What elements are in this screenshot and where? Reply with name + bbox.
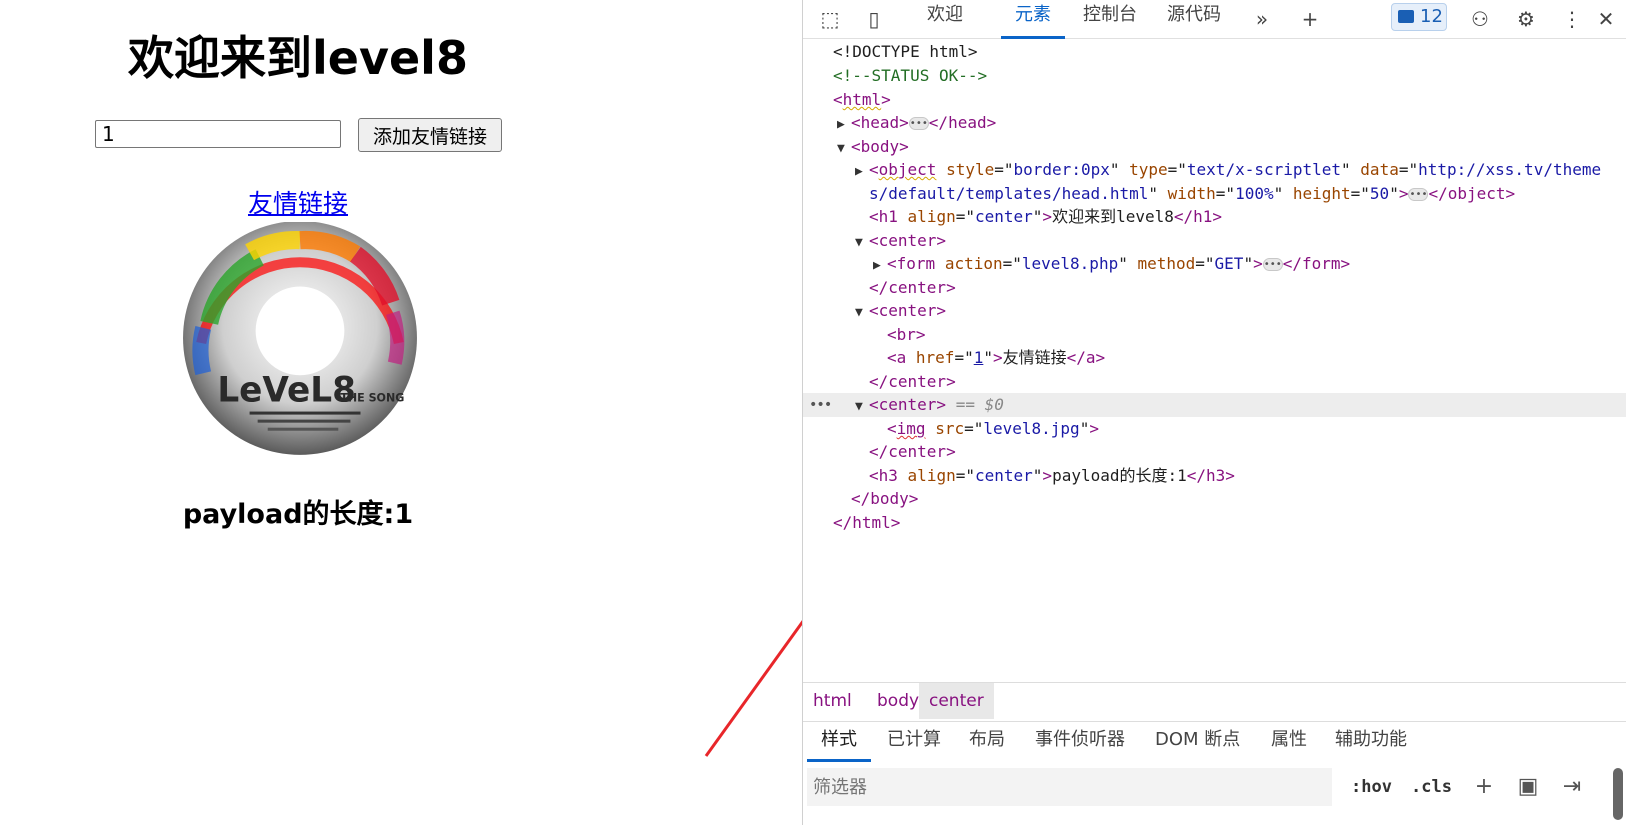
disc-logo-text: LeVeL8 (217, 370, 356, 410)
dom-br[interactable]: <br> (887, 323, 926, 347)
dom-head[interactable]: ▶ <head>•••</head> (837, 111, 996, 135)
h1-align-value: center (974, 207, 1033, 226)
level8-disc-image: LeVeL8 THE SONG (183, 222, 417, 455)
comment-text: <!--STATUS OK--> (833, 66, 988, 85)
subtab-dom-breakpoints[interactable]: DOM 断点 (1155, 721, 1240, 759)
form-action-value: level8.php (1021, 254, 1119, 273)
dom-html-close[interactable]: </html> (833, 511, 900, 535)
ellipsis-icon[interactable]: ••• (908, 117, 929, 130)
breadcrumb-center[interactable]: center (919, 683, 994, 719)
collapse-triangle-icon[interactable]: ▼ (855, 231, 869, 255)
a-text: 友情链接 (1002, 348, 1067, 367)
dom-comment[interactable]: <!--STATUS OK--> (833, 64, 987, 88)
subtab-styles[interactable]: 样式 (807, 721, 871, 762)
dom-center-2-close[interactable]: </center> (869, 370, 956, 394)
ellipsis-icon[interactable]: ••• (1262, 258, 1283, 271)
styles-filter-bar: :hov .cls + ▣ ⇥ (803, 762, 1626, 810)
customize-icon[interactable]: ⚇ (1467, 6, 1493, 32)
dom-html[interactable]: <html> (833, 88, 891, 112)
friend-link[interactable]: 友情链接 (0, 184, 596, 220)
add-tab-icon[interactable]: + (1297, 6, 1323, 32)
expand-triangle-icon[interactable]: ▶ (873, 254, 887, 278)
object-width-value: 100% (1235, 184, 1274, 203)
more-actions-icon[interactable]: ••• (809, 393, 832, 417)
h3-text: payload的长度:1 (1052, 466, 1187, 485)
collapse-triangle-icon[interactable]: ▼ (837, 137, 851, 161)
dom-center-3-selected[interactable]: ••• ▼ <center> == $0 (803, 393, 1626, 417)
message-icon (1398, 10, 1414, 23)
tab-console[interactable]: 控制台 (1083, 0, 1137, 36)
dom-object-cont[interactable]: s/default/templates/head.html" width="10… (869, 182, 1515, 206)
ellipsis-icon[interactable]: ••• (1408, 188, 1429, 201)
tab-elements[interactable]: 元素 (1001, 0, 1065, 39)
dom-h1[interactable]: <h1 align="center">欢迎来到level8</h1> (869, 205, 1222, 229)
page-heading: 欢迎来到level8 (128, 31, 468, 85)
expand-triangle-icon[interactable]: ▶ (837, 113, 851, 137)
disc-subtext: THE SONG (340, 391, 404, 404)
cls-button[interactable]: .cls (1411, 768, 1452, 806)
object-style-value: border:0px (1013, 160, 1110, 179)
devtools-toolbar: ⬚ ▯ 欢迎 元素 控制台 源代码 » + 12 ⚇ ⚙ ⋮ ✕ (803, 0, 1626, 39)
filter-input[interactable] (807, 768, 1332, 806)
tab-sources[interactable]: 源代码 (1167, 0, 1221, 36)
dom-center-3-close[interactable]: </center> (869, 440, 956, 464)
gear-icon[interactable]: ⚙ (1513, 6, 1539, 32)
subtab-accessibility[interactable]: 辅助功能 (1335, 721, 1407, 759)
toggle-sidebar-icon[interactable]: ⇥ (1559, 774, 1585, 800)
object-data-value-1: http://xss.tv/theme (1418, 160, 1602, 179)
close-icon[interactable]: ✕ (1593, 6, 1619, 32)
paint-brush-icon[interactable]: ▣ (1515, 774, 1541, 800)
dom-center-1-close[interactable]: </center> (869, 276, 956, 300)
dom-center-1[interactable]: ▼ <center> (855, 229, 946, 253)
doctype-text: <!DOCTYPE html> (833, 42, 978, 61)
object-type-value: text/x-scriptlet (1186, 160, 1342, 179)
subtab-layout[interactable]: 布局 (969, 721, 1005, 759)
device-toolbar-icon[interactable]: ▯ (861, 6, 887, 32)
img-src-value[interactable]: level8.jpg (983, 419, 1079, 438)
add-link-button[interactable]: 添加友情链接 (358, 118, 502, 152)
dom-center-2[interactable]: ▼ <center> (855, 299, 946, 323)
dom-a[interactable]: <a href="1">友情链接</a> (887, 346, 1105, 370)
dom-form[interactable]: ▶ <form action="level8.php" method="GET">… (873, 252, 1350, 276)
a-href-value[interactable]: 1 (974, 348, 984, 367)
dom-body-close[interactable]: </body> (851, 487, 918, 511)
issues-count: 12 (1420, 6, 1443, 27)
collapse-triangle-icon[interactable]: ▼ (855, 395, 869, 419)
more-options-icon[interactable]: ⋮ (1559, 6, 1585, 32)
object-height-value: 50 (1369, 184, 1390, 203)
keyword-input[interactable] (95, 120, 341, 148)
webpage: 欢迎来到level8 添加友情链接 友情链接 LeVeL8 THE SONG p… (0, 0, 802, 825)
devtools-panel: ⬚ ▯ 欢迎 元素 控制台 源代码 » + 12 ⚇ ⚙ ⋮ ✕ <!DOCTY… (802, 0, 1626, 825)
dom-doctype[interactable]: <!DOCTYPE html> (833, 40, 978, 64)
dom-h3[interactable]: <h3 align="center">payload的长度:1</h3> (869, 464, 1235, 488)
object-data-value-2: s/default/templates/head.html (869, 184, 1149, 203)
tab-welcome[interactable]: 欢迎 (927, 0, 963, 36)
dom-img[interactable]: <img src="level8.jpg"> (887, 417, 1099, 441)
hov-button[interactable]: :hov (1351, 768, 1392, 806)
subtab-computed[interactable]: 已计算 (887, 721, 941, 759)
h1-text: 欢迎来到level8 (1052, 207, 1174, 226)
scrollbar[interactable] (1613, 768, 1623, 820)
payload-length: payload的长度:1 (182, 499, 414, 530)
dom-object[interactable]: ▶ <object style="border:0px" type="text/x… (855, 158, 1601, 182)
dom-tree: <!DOCTYPE html> <!--STATUS OK--> <html> … (803, 38, 1626, 682)
issues-badge[interactable]: 12 (1391, 3, 1447, 31)
expand-triangle-icon[interactable]: ▶ (855, 160, 869, 184)
subtab-event-listeners[interactable]: 事件侦听器 (1035, 721, 1125, 759)
subtab-properties[interactable]: 属性 (1271, 721, 1307, 759)
dom-body[interactable]: ▼ <body> (837, 135, 909, 159)
h3-align-value: center (974, 466, 1033, 485)
collapse-triangle-icon[interactable]: ▼ (855, 301, 869, 325)
breadcrumb-html[interactable]: html (803, 683, 862, 719)
form-method-value: GET (1214, 254, 1244, 273)
breadcrumb: html body center (803, 682, 1626, 722)
add-rule-icon[interactable]: + (1471, 774, 1497, 800)
more-tabs-icon[interactable]: » (1249, 6, 1275, 32)
selected-marker: == $0 (955, 395, 1004, 414)
styles-subtabs: 样式 已计算 布局 事件侦听器 DOM 断点 属性 辅助功能 (803, 721, 1626, 762)
inspect-icon[interactable]: ⬚ (817, 6, 843, 32)
